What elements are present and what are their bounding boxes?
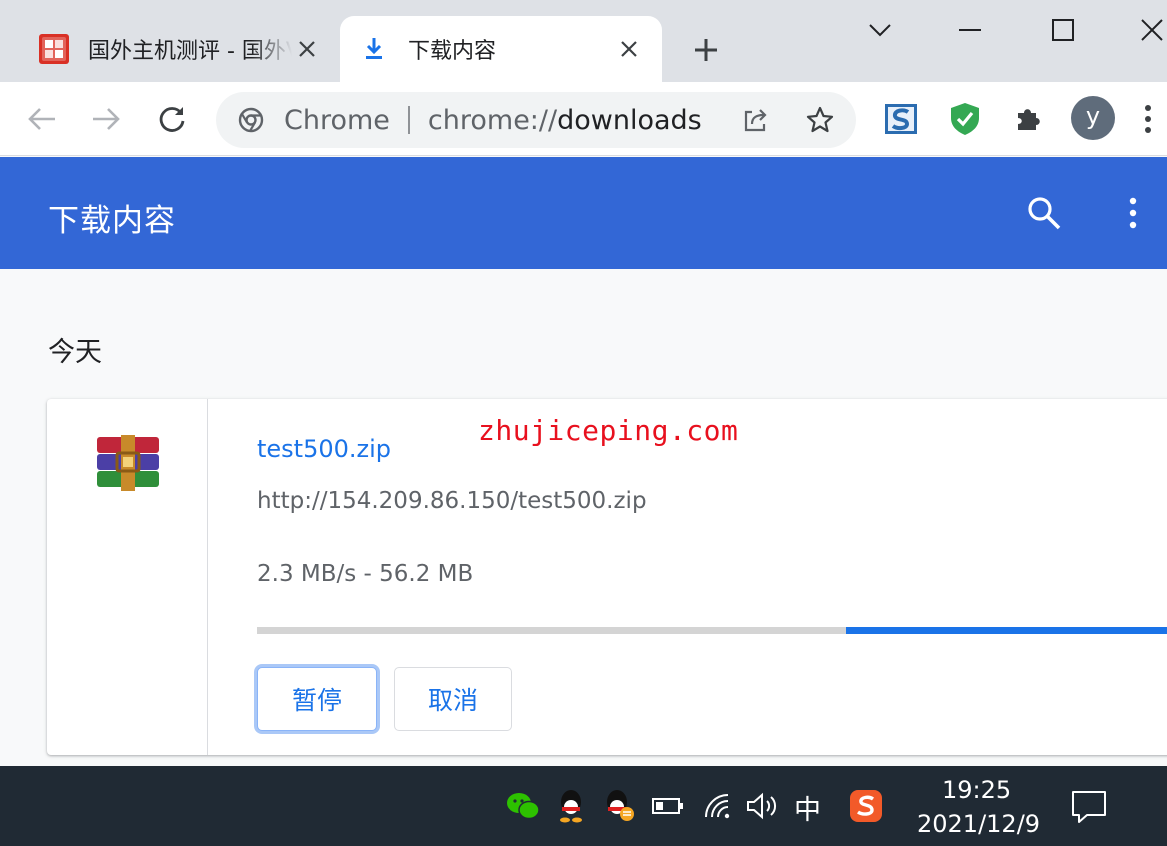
star-icon [806, 106, 834, 133]
arrow-right-icon [93, 108, 120, 130]
notification-icon[interactable] [1070, 788, 1108, 826]
tab-zhujiceping[interactable]: 国外主机测评 - 国外VPS [20, 16, 340, 82]
close-tab-icon[interactable] [614, 34, 644, 64]
tab-search-button[interactable] [860, 10, 900, 50]
download-icon [366, 38, 382, 59]
close-icon [1141, 19, 1163, 41]
ime-indicator[interactable]: 中 [794, 788, 821, 827]
more-vert-icon [1145, 105, 1151, 133]
watermark: zhujiceping.com [478, 414, 739, 447]
minimize-icon [959, 29, 981, 31]
pause-button[interactable]: 暂停 [257, 667, 377, 731]
clock-time[interactable]: 19:25 [942, 776, 1011, 804]
scheme-label: Chrome [284, 104, 390, 136]
reload-icon [159, 107, 185, 132]
qq-icon[interactable] [553, 788, 589, 824]
tab-downloads[interactable]: 下载内容 [340, 16, 662, 82]
maximize-icon [1052, 19, 1074, 41]
share-button[interactable] [738, 100, 774, 140]
wechat-icon[interactable] [505, 788, 541, 824]
reload-button[interactable] [152, 99, 192, 139]
volume-icon[interactable] [744, 788, 780, 824]
qq-message-icon[interactable] [602, 788, 638, 824]
browser-toolbar: Chrome chrome://downloads y [0, 82, 1167, 156]
file-name-link[interactable]: test500.zip [257, 435, 391, 463]
omnibox-separator [407, 106, 410, 134]
download-progress-bar [257, 627, 1167, 634]
clock-date[interactable]: 2021/12/9 [917, 810, 1040, 838]
winrar-archive-icon [97, 435, 159, 491]
more-vert-icon[interactable] [1120, 195, 1146, 231]
url-host: downloads [557, 104, 702, 136]
maximize-button[interactable] [1043, 10, 1083, 50]
url-text: chrome://downloads [428, 105, 702, 136]
bookmark-button[interactable] [802, 100, 838, 140]
close-window-button[interactable] [1132, 10, 1167, 50]
wifi-icon[interactable] [700, 788, 736, 824]
zhujiceping-favicon [39, 34, 69, 64]
tab-strip: 国外主机测评 - 国外VPS 下载内容 [0, 0, 1167, 82]
sogou-ime-icon[interactable] [848, 788, 884, 824]
new-tab-button[interactable] [686, 30, 726, 70]
chrome-icon [238, 107, 264, 133]
progress-fill [845, 627, 1167, 634]
plus-icon [695, 39, 717, 61]
search-icon[interactable] [1026, 195, 1062, 231]
download-status: 2.3 MB/s - 56.2 MB [257, 561, 474, 587]
tab-title: 下载内容 [408, 39, 497, 64]
profile-avatar[interactable]: y [1071, 96, 1115, 140]
date-group-label: 今天 [48, 337, 102, 368]
downloads-header: 下载内容 [0, 157, 1167, 269]
back-button[interactable] [22, 99, 62, 139]
cancel-button[interactable]: 取消 [394, 667, 512, 731]
address-bar[interactable]: Chrome chrome://downloads [216, 92, 856, 148]
shield-extension-icon[interactable] [946, 100, 984, 138]
share-icon [744, 109, 767, 132]
card-divider [207, 399, 208, 755]
page-title: 下载内容 [48, 203, 176, 239]
arrow-left-icon [28, 108, 55, 130]
file-url[interactable]: http://154.209.86.150/test500.zip [257, 488, 647, 514]
windows-taskbar: 中 19:25 2021/12/9 [0, 766, 1167, 846]
tab-title: 国外主机测评 - 国外VPS [88, 39, 292, 64]
forward-button[interactable] [86, 99, 126, 139]
battery-icon[interactable] [650, 788, 686, 824]
chevron-down-icon [869, 24, 891, 37]
download-item: test500.zip http://154.209.86.150/test50… [47, 399, 1167, 755]
minimize-button[interactable] [950, 10, 990, 50]
chrome-menu-button[interactable] [1136, 99, 1160, 139]
s-extension-icon[interactable] [882, 100, 920, 138]
close-tab-icon[interactable] [292, 34, 322, 64]
puzzle-icon[interactable] [1010, 100, 1048, 138]
url-prefix: chrome:// [427, 104, 558, 136]
